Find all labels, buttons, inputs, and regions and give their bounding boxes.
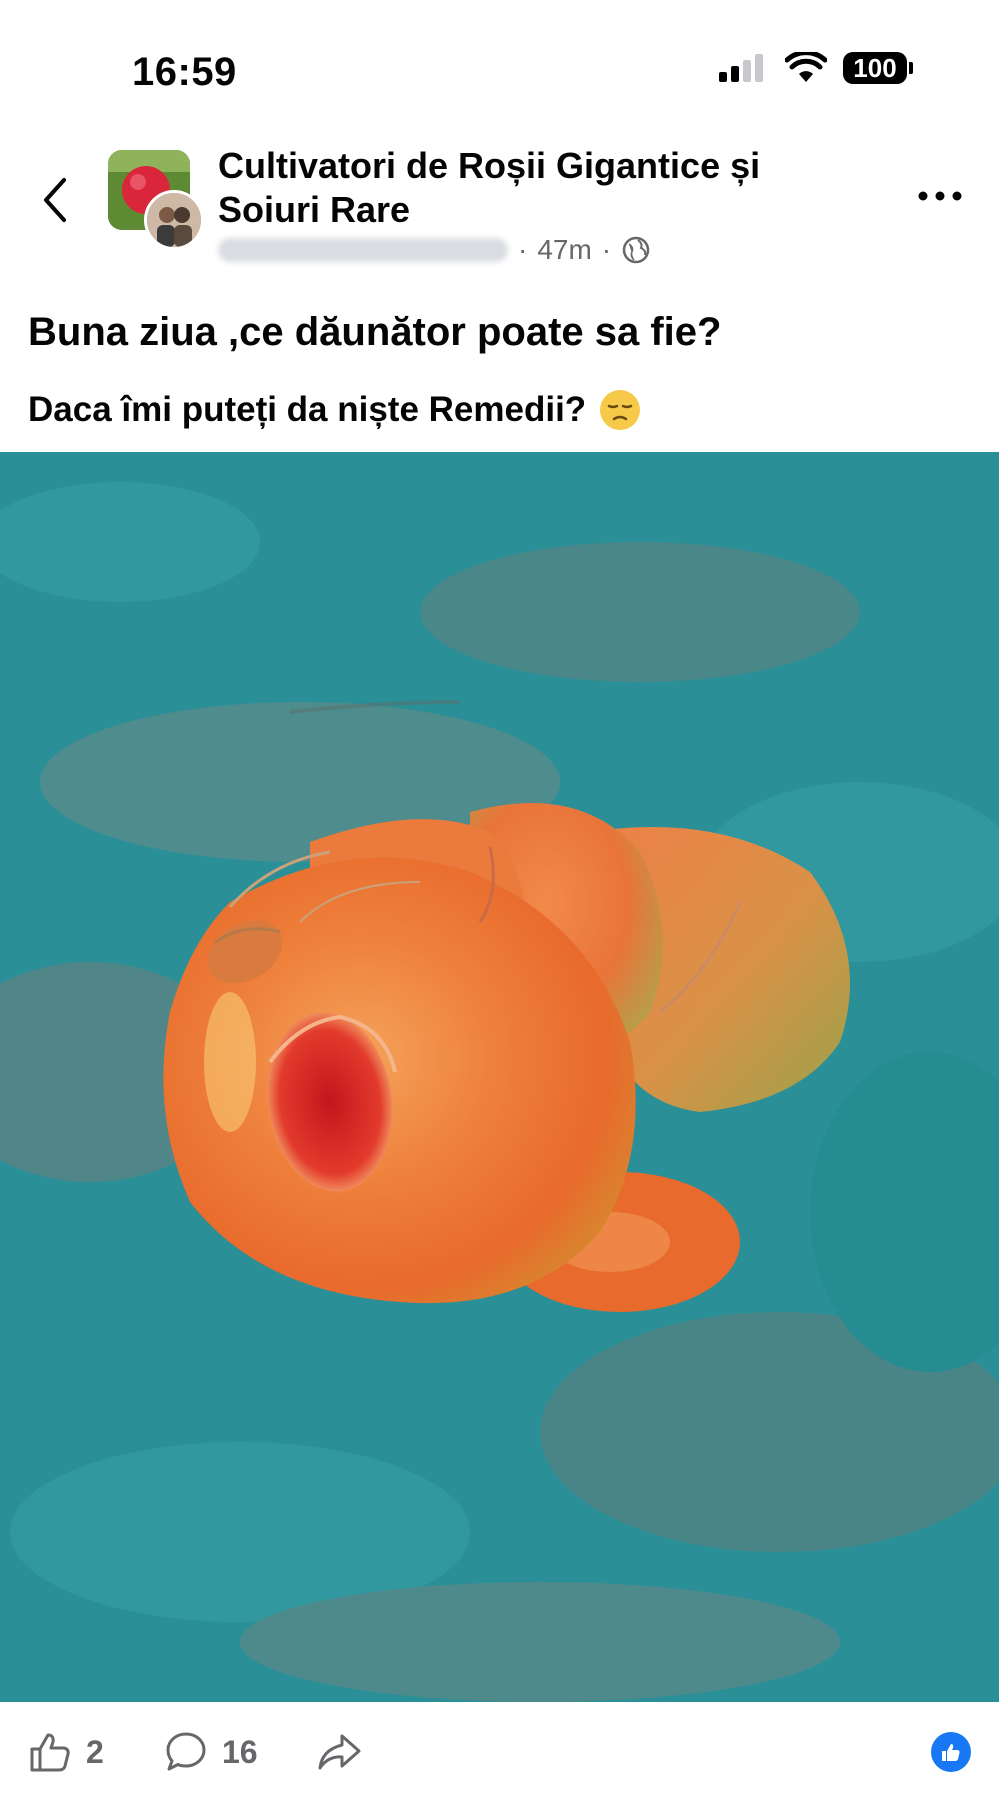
more-icon <box>918 191 962 201</box>
avatar[interactable] <box>108 150 204 250</box>
status-bar: 16:59 100 <box>0 0 999 140</box>
status-time: 16:59 <box>132 50 237 94</box>
post-body: Daca îmi puteți da niște Remedii? <box>28 388 642 432</box>
action-bar: 2 16 <box>0 1702 999 1800</box>
author-name-blurred[interactable] <box>218 238 508 262</box>
user-avatar <box>144 190 204 250</box>
like-count: 2 <box>86 1733 104 1770</box>
sad-face-emoji <box>600 390 641 430</box>
meta-separator-2: · <box>601 234 612 265</box>
signal-icon <box>719 54 763 82</box>
post-meta: · 47m · <box>218 234 651 266</box>
back-button[interactable] <box>30 170 80 230</box>
comment-count: 16 <box>222 1733 258 1770</box>
status-icons: 100 <box>717 52 913 84</box>
meta-separator: · <box>518 234 528 265</box>
like-icon <box>30 1733 70 1772</box>
like-reaction-icon[interactable] <box>931 1732 971 1772</box>
wifi-icon <box>785 52 827 82</box>
share-button[interactable] <box>316 1730 362 1774</box>
post-photo[interactable] <box>0 452 999 1702</box>
comment-icon <box>166 1732 206 1771</box>
post-body-text: Daca îmi puteți da niște Remedii? <box>28 390 587 429</box>
share-icon <box>318 1734 361 1770</box>
like-button[interactable]: 2 <box>28 1730 104 1774</box>
battery-indicator: 100 <box>843 52 913 84</box>
post-time[interactable]: 47m <box>537 234 591 266</box>
post-title: Buna ziua ,ce dăunător poate sa fie? <box>28 310 722 354</box>
comment-button[interactable]: 16 <box>164 1730 258 1774</box>
back-chevron-icon <box>44 178 66 222</box>
more-options-button[interactable] <box>915 176 965 216</box>
globe-icon <box>622 236 650 264</box>
group-name-link[interactable]: Cultivatori de Roșii Gigantice și Soiuri… <box>218 144 858 232</box>
post-header: Cultivatori de Roșii Gigantice și Soiuri… <box>0 140 999 280</box>
